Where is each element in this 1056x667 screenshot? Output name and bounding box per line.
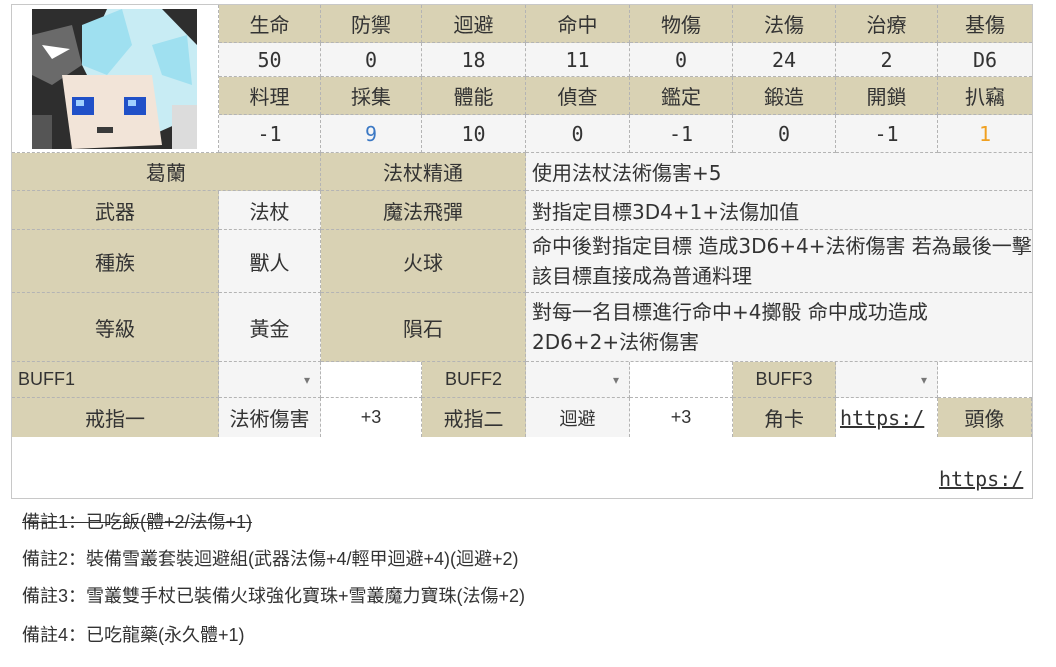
ring1-stat: 法術傷害 bbox=[219, 398, 321, 437]
stat-label-magic-damage: 法傷 bbox=[733, 5, 836, 43]
character-name: 葛蘭 bbox=[12, 153, 321, 191]
avatar-label: 頭像 bbox=[938, 398, 1032, 437]
buff2-empty-cell bbox=[630, 362, 733, 398]
stat-value-base-damage: D6 bbox=[938, 43, 1032, 77]
skill-label-pickpocket: 扒竊 bbox=[938, 77, 1032, 115]
buff3-empty-cell bbox=[938, 362, 1032, 398]
skill-label-fitness: 體能 bbox=[422, 77, 526, 115]
stat-value-hp: 50 bbox=[219, 43, 321, 77]
skill-desc-magic-missile: 對指定目標3D4+1+法傷加值 bbox=[526, 191, 1032, 230]
skill-value-scouting: 0 bbox=[526, 115, 630, 153]
skill-label-forging: 鍛造 bbox=[733, 77, 836, 115]
character-card-link[interactable]: https:/ bbox=[836, 398, 938, 437]
weapon-value: 法杖 bbox=[219, 191, 321, 230]
stat-value-physical-damage: 0 bbox=[630, 43, 733, 77]
skill-label-appraisal: 鑑定 bbox=[630, 77, 733, 115]
note-1: 備註1：已吃飯(體+2/法傷+1) bbox=[22, 512, 253, 532]
skill-value-pickpocket: 1 bbox=[938, 115, 1032, 153]
stat-label-physical-damage: 物傷 bbox=[630, 5, 733, 43]
stat-value-accuracy: 11 bbox=[526, 43, 630, 77]
skill-name-magic-missile: 魔法飛彈 bbox=[321, 191, 526, 230]
skill-name-fireball: 火球 bbox=[321, 230, 526, 293]
stat-label-evasion: 迴避 bbox=[422, 5, 526, 43]
stat-label-defense: 防禦 bbox=[321, 5, 422, 43]
buff1-label: BUFF1 bbox=[12, 362, 219, 398]
note-3: 備註3：雪叢雙手杖已裝備火球強化寶珠+雪叢魔力寶珠(法傷+2) bbox=[22, 586, 526, 606]
buff1-dropdown[interactable]: ▾ bbox=[219, 362, 321, 398]
skill-value-fitness: 10 bbox=[422, 115, 526, 153]
buff2-dropdown[interactable]: ▾ bbox=[526, 362, 630, 398]
character-portrait-image bbox=[12, 5, 218, 152]
avatar-link[interactable]: https:/ bbox=[935, 460, 1031, 498]
ring1-label: 戒指一 bbox=[12, 398, 219, 437]
stat-value-defense: 0 bbox=[321, 43, 422, 77]
skill-label-gathering: 採集 bbox=[321, 77, 422, 115]
skill-value-cooking: -1 bbox=[219, 115, 321, 153]
skill-label-lockpicking: 開鎖 bbox=[836, 77, 938, 115]
character-sheet-table: 生命 防禦 迴避 命中 物傷 法傷 治療 基傷 50 0 18 11 0 24 … bbox=[11, 4, 1033, 499]
character-card-label: 角卡 bbox=[733, 398, 836, 437]
stat-label-healing: 治療 bbox=[836, 5, 938, 43]
stat-label-base-damage: 基傷 bbox=[938, 5, 1032, 43]
ring2-label: 戒指二 bbox=[422, 398, 526, 437]
skill-name-staff-mastery: 法杖精通 bbox=[321, 153, 526, 191]
stat-label-hp: 生命 bbox=[219, 5, 321, 43]
ring1-bonus: +3 bbox=[321, 398, 422, 437]
buff3-dropdown[interactable]: ▾ bbox=[836, 362, 938, 398]
race-value: 獸人 bbox=[219, 230, 321, 293]
race-label: 種族 bbox=[12, 230, 219, 293]
skill-value-appraisal: -1 bbox=[630, 115, 733, 153]
ring2-bonus: +3 bbox=[630, 398, 733, 437]
skill-name-meteor: 隕石 bbox=[321, 293, 526, 362]
stat-value-healing: 2 bbox=[836, 43, 938, 77]
skill-desc-fireball: 命中後對指定目標 造成3D6+4+法術傷害 若為最後一擊 該目標直接成為普通料理 bbox=[526, 230, 1032, 293]
skill-desc-staff-mastery: 使用法杖法術傷害+5 bbox=[526, 153, 1032, 191]
skill-value-forging: 0 bbox=[733, 115, 836, 153]
skill-label-scouting: 偵查 bbox=[526, 77, 630, 115]
skill-value-lockpicking: -1 bbox=[836, 115, 938, 153]
skill-desc-meteor: 對每一名目標進行命中+4擲骰 命中成功造成2D6+2+法術傷害 bbox=[526, 293, 1032, 362]
stat-value-magic-damage: 24 bbox=[733, 43, 836, 77]
skill-value-gathering: 9 bbox=[321, 115, 422, 153]
weapon-label: 武器 bbox=[12, 191, 219, 230]
ring2-stat: 迴避 bbox=[526, 398, 630, 437]
skill-label-cooking: 料理 bbox=[219, 77, 321, 115]
rank-label: 等級 bbox=[12, 293, 219, 362]
stat-label-accuracy: 命中 bbox=[526, 5, 630, 43]
character-avatar bbox=[12, 5, 219, 153]
buff3-label: BUFF3 bbox=[733, 362, 836, 398]
note-2: 備註2：裝備雪叢套裝迴避組(武器法傷+4/輕甲迴避+4)(迴避+2) bbox=[22, 549, 519, 569]
buff1-empty-cell bbox=[321, 362, 422, 398]
note-4: 備註4：已吃龍藥(永久體+1) bbox=[22, 625, 245, 645]
buff2-label: BUFF2 bbox=[422, 362, 526, 398]
rank-value: 黃金 bbox=[219, 293, 321, 362]
stat-value-evasion: 18 bbox=[422, 43, 526, 77]
